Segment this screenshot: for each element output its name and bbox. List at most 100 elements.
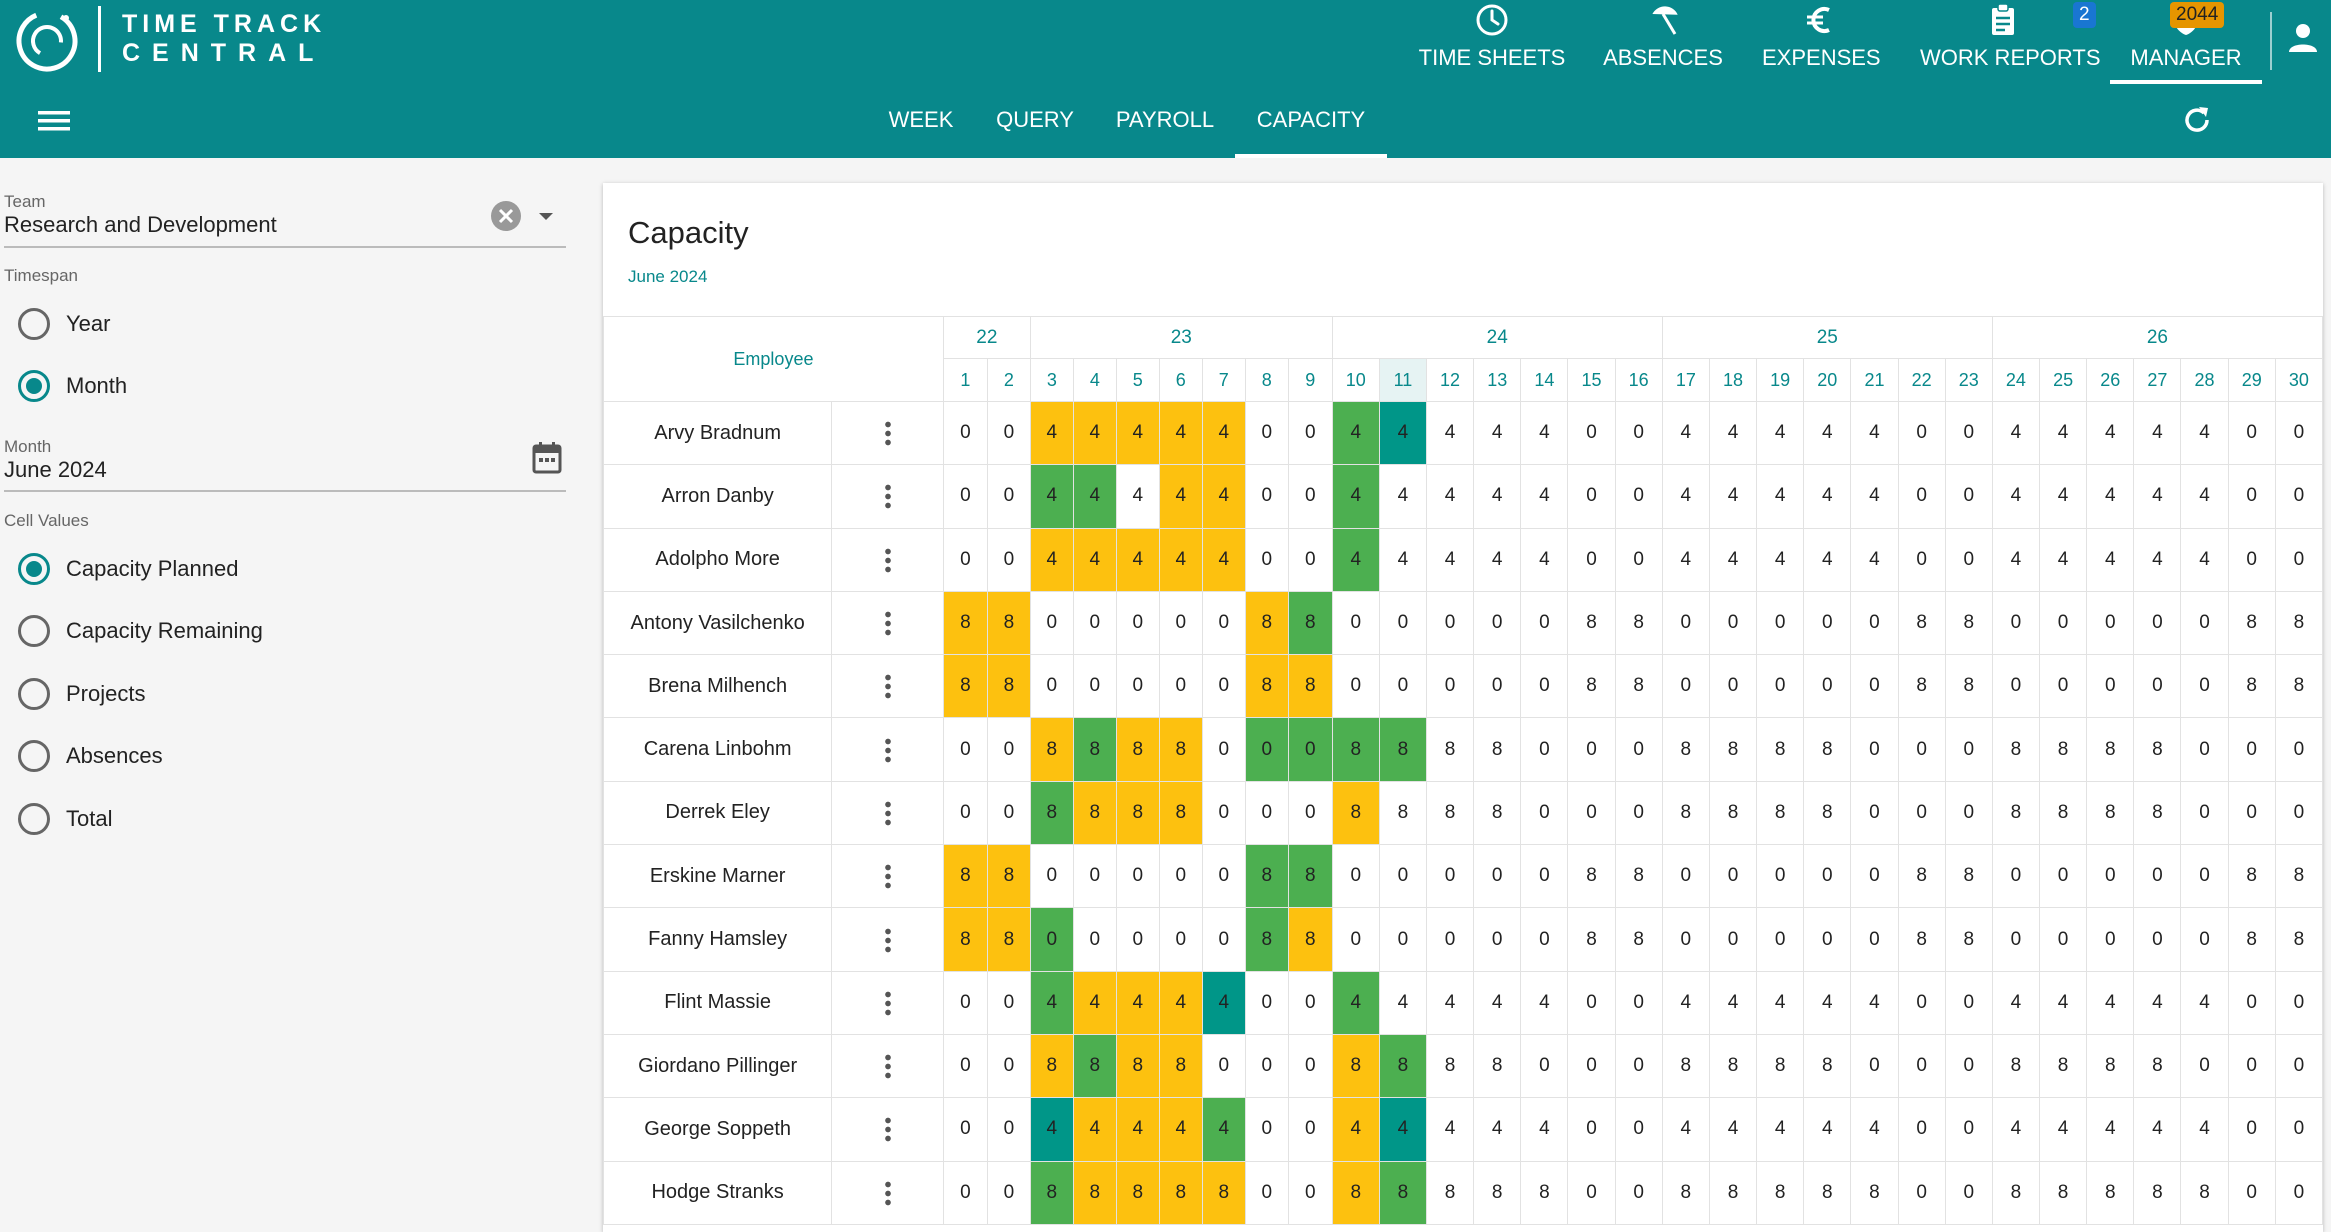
capacity-cell[interactable]: 8 <box>1944 844 1993 909</box>
capacity-cell[interactable]: 0 <box>1201 907 1246 972</box>
capacity-cell[interactable]: 8 <box>1425 1160 1475 1225</box>
capacity-cell[interactable]: 4 <box>1991 527 2041 592</box>
capacity-cell[interactable]: 0 <box>1158 907 1203 972</box>
clear-icon[interactable] <box>490 200 522 232</box>
capacity-cell[interactable]: 4 <box>1991 400 2041 466</box>
capacity-cell[interactable]: 0 <box>1614 1097 1663 1162</box>
capacity-cell[interactable]: 0 <box>1897 717 1946 782</box>
capacity-cell[interactable]: 0 <box>1756 590 1805 656</box>
radio-capacity-planned[interactable] <box>18 553 50 585</box>
capacity-cell[interactable]: 8 <box>1115 780 1160 846</box>
capacity-cell[interactable]: 8 <box>1850 1160 1899 1225</box>
capacity-cell[interactable]: 4 <box>2086 1097 2135 1162</box>
capacity-cell[interactable]: 8 <box>1614 590 1663 656</box>
capacity-cell[interactable]: 8 <box>1378 1033 1427 1099</box>
capacity-cell[interactable]: 0 <box>2227 527 2276 592</box>
capacity-cell[interactable]: 0 <box>1897 464 1946 529</box>
capacity-cell[interactable]: 0 <box>2133 844 2182 909</box>
capacity-cell[interactable]: 8 <box>2086 717 2135 782</box>
more-vert-icon[interactable] <box>884 546 891 573</box>
capacity-cell[interactable]: 0 <box>1029 654 1074 719</box>
capacity-cell[interactable]: 8 <box>986 654 1031 719</box>
capacity-cell[interactable]: 0 <box>2133 654 2182 719</box>
capacity-cell[interactable]: 8 <box>1991 780 2041 846</box>
capacity-cell[interactable]: 8 <box>1567 907 1616 972</box>
capacity-cell[interactable]: 0 <box>1072 590 1117 656</box>
capacity-cell[interactable]: 0 <box>1244 400 1289 466</box>
capacity-cell[interactable]: 8 <box>942 590 988 656</box>
capacity-cell[interactable]: 8 <box>1473 780 1522 846</box>
capacity-cell[interactable]: 8 <box>1244 907 1289 972</box>
capacity-cell[interactable]: 0 <box>986 780 1031 846</box>
capacity-cell[interactable]: 4 <box>1425 1097 1475 1162</box>
capacity-cell[interactable]: 0 <box>2038 654 2088 719</box>
capacity-cell[interactable]: 4 <box>1331 1097 1380 1162</box>
capacity-cell[interactable]: 4 <box>1072 464 1117 529</box>
nav-absences[interactable]: ABSENCES <box>1600 0 1726 84</box>
more-vert-icon[interactable] <box>884 610 891 637</box>
capacity-cell[interactable]: 8 <box>2274 590 2323 656</box>
capacity-cell[interactable]: 0 <box>1803 590 1852 656</box>
capacity-cell[interactable]: 4 <box>1331 527 1380 592</box>
capacity-cell[interactable]: 0 <box>1029 590 1074 656</box>
capacity-cell[interactable]: 0 <box>1803 654 1852 719</box>
capacity-cell[interactable]: 0 <box>1567 970 1616 1035</box>
more-vert-icon[interactable] <box>884 799 891 826</box>
more-vert-icon[interactable] <box>884 1116 891 1143</box>
capacity-cell[interactable]: 0 <box>986 400 1031 466</box>
capacity-cell[interactable]: 0 <box>2133 907 2182 972</box>
capacity-cell[interactable]: 0 <box>942 1160 988 1225</box>
capacity-cell[interactable]: 0 <box>1614 1033 1663 1099</box>
capacity-cell[interactable]: 4 <box>2180 400 2229 466</box>
capacity-cell[interactable]: 4 <box>1991 1097 2041 1162</box>
capacity-cell[interactable]: 4 <box>2038 1097 2088 1162</box>
capacity-cell[interactable]: 8 <box>1614 907 1663 972</box>
capacity-cell[interactable]: 4 <box>2180 1097 2229 1162</box>
capacity-cell[interactable]: 0 <box>1567 1097 1616 1162</box>
capacity-cell[interactable]: 0 <box>2180 717 2229 782</box>
capacity-cell[interactable]: 0 <box>1201 1033 1246 1099</box>
capacity-cell[interactable]: 0 <box>1614 527 1663 592</box>
capacity-cell[interactable]: 0 <box>1244 1097 1289 1162</box>
capacity-cell[interactable]: 0 <box>2180 780 2229 846</box>
capacity-cell[interactable]: 4 <box>2133 400 2182 466</box>
capacity-cell[interactable]: 0 <box>1567 464 1616 529</box>
capacity-cell[interactable]: 0 <box>1201 780 1246 846</box>
capacity-cell[interactable]: 8 <box>1708 780 1758 846</box>
capacity-cell[interactable]: 0 <box>1850 780 1899 846</box>
capacity-cell[interactable]: 4 <box>1708 1097 1758 1162</box>
capacity-cell[interactable]: 0 <box>1756 654 1805 719</box>
capacity-cell[interactable]: 0 <box>1287 464 1333 529</box>
capacity-cell[interactable]: 4 <box>1425 970 1475 1035</box>
capacity-cell[interactable]: 4 <box>1029 970 1074 1035</box>
capacity-cell[interactable]: 4 <box>1201 970 1246 1035</box>
capacity-cell[interactable]: 8 <box>1756 1160 1805 1225</box>
capacity-cell[interactable]: 4 <box>1425 400 1475 466</box>
capacity-cell[interactable]: 4 <box>2133 970 2182 1035</box>
capacity-cell[interactable]: 0 <box>1944 400 1993 466</box>
capacity-cell[interactable]: 8 <box>1115 1160 1160 1225</box>
capacity-cell[interactable]: 8 <box>1614 654 1663 719</box>
radio-month[interactable] <box>18 370 50 402</box>
capacity-cell[interactable]: 8 <box>1029 717 1074 782</box>
capacity-cell[interactable]: 4 <box>1803 970 1852 1035</box>
capacity-cell[interactable]: 4 <box>2038 527 2088 592</box>
capacity-cell[interactable]: 8 <box>1158 717 1203 782</box>
capacity-cell[interactable]: 0 <box>1115 844 1160 909</box>
capacity-cell[interactable]: 8 <box>1944 907 1993 972</box>
capacity-cell[interactable]: 8 <box>1378 1160 1427 1225</box>
capacity-cell[interactable]: 4 <box>1029 464 1074 529</box>
capacity-cell[interactable]: 4 <box>1473 1097 1522 1162</box>
capacity-cell[interactable]: 8 <box>1072 780 1117 846</box>
capacity-cell[interactable]: 8 <box>1897 590 1946 656</box>
calendar-icon[interactable] <box>531 441 563 475</box>
capacity-cell[interactable]: 8 <box>1473 717 1522 782</box>
capacity-cell[interactable]: 0 <box>942 464 988 529</box>
capacity-cell[interactable]: 4 <box>1473 400 1522 466</box>
capacity-cell[interactable]: 0 <box>1473 654 1522 719</box>
capacity-cell[interactable]: 0 <box>1944 1033 1993 1099</box>
capacity-cell[interactable]: 4 <box>1756 1097 1805 1162</box>
capacity-cell[interactable]: 8 <box>986 907 1031 972</box>
capacity-cell[interactable]: 0 <box>1244 464 1289 529</box>
capacity-cell[interactable]: 0 <box>1897 970 1946 1035</box>
